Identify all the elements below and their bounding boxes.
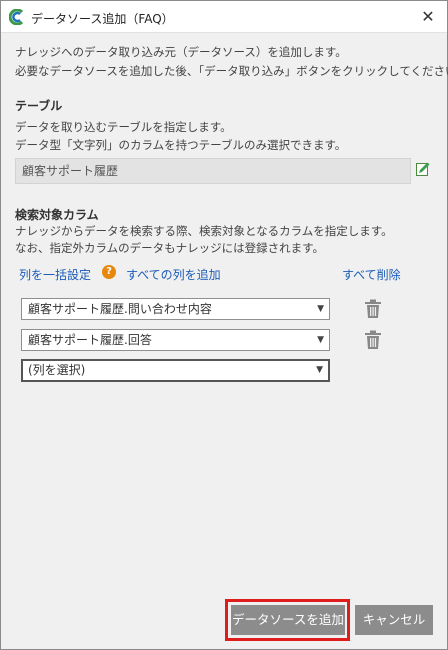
- table-heading: テーブル: [15, 99, 63, 113]
- close-button[interactable]: ✕: [415, 5, 441, 29]
- intro-line-1: ナレッジへのデータ取り込み元（データソース）を追加します。: [15, 45, 347, 59]
- edit-icon[interactable]: [415, 161, 431, 177]
- add-all-columns-link[interactable]: すべての列を追加: [126, 266, 221, 283]
- column-select-2[interactable]: 顧客サポート履歴.回答 ▼: [21, 329, 330, 351]
- column-select-1[interactable]: 顧客サポート履歴.問い合わせ内容 ▼: [21, 298, 330, 320]
- trash-icon[interactable]: [364, 299, 382, 319]
- column-select-value: 顧客サポート履歴.問い合わせ内容: [28, 302, 212, 316]
- dropdown-arrow-icon: ▼: [317, 335, 324, 345]
- dialog-window: データソース追加（FAQ） ✕ ナレッジへのデータ取り込み元（データソース）を追…: [0, 0, 448, 650]
- dropdown-arrow-icon: ▼: [317, 304, 324, 314]
- window-title: データソース追加（FAQ）: [31, 12, 174, 26]
- title-bar: データソース追加（FAQ） ✕: [1, 1, 447, 33]
- cancel-button[interactable]: キャンセル: [355, 605, 433, 635]
- columns-desc-2: なお、指定外カラムのデータもナレッジには登録されます。: [15, 241, 325, 255]
- trash-icon[interactable]: [364, 330, 382, 350]
- table-field: 顧客サポート履歴: [15, 158, 411, 184]
- dropdown-arrow-icon: ▼: [316, 365, 323, 375]
- column-select-placeholder: (列を選択): [28, 363, 86, 377]
- table-desc-2: データ型「文字列」のカラムを持つテーブルのみ選択できます。: [15, 138, 347, 152]
- delete-all-link[interactable]: すべて削除: [342, 266, 401, 283]
- bulk-set-columns-link[interactable]: 列を一括設定: [19, 266, 91, 283]
- help-icon[interactable]: ?: [102, 265, 116, 279]
- intro-line-2: 必要なデータソースを追加した後、「データ取り込み」ボタンをクリックしてください。: [15, 64, 448, 78]
- app-logo-icon: [9, 9, 24, 25]
- highlight-box: [225, 599, 350, 641]
- columns-heading: 検索対象カラム: [15, 208, 99, 222]
- columns-desc-1: ナレッジからデータを検索する際、検索対象となるカラムを指定します。: [15, 224, 393, 238]
- table-desc-1: データを取り込むテーブルを指定します。: [15, 120, 232, 134]
- column-select-3[interactable]: (列を選択) ▼: [21, 359, 330, 382]
- column-select-value: 顧客サポート履歴.回答: [28, 333, 152, 347]
